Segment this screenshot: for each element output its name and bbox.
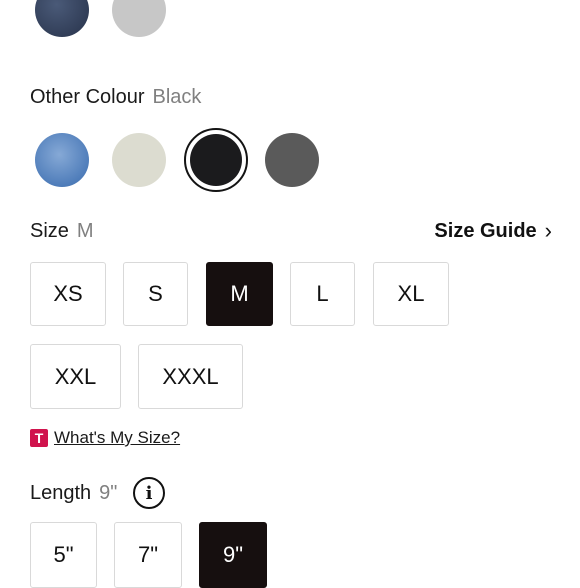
size-option-xxxl[interactable]: XXXL xyxy=(138,344,243,409)
size-option-label: XXXL xyxy=(162,363,219,389)
chevron-right-icon: › xyxy=(544,218,552,243)
info-glyph: i xyxy=(145,482,153,504)
size-option-label: XXL xyxy=(54,363,97,389)
length-option-9[interactable]: 9" xyxy=(199,522,267,588)
size-guide-link[interactable]: Size Guide › xyxy=(434,218,552,244)
length-option-5[interactable]: 5" xyxy=(30,522,97,588)
size-option-xl[interactable]: XL xyxy=(373,262,449,326)
size-option-label: XL xyxy=(397,281,425,306)
whats-my-size-label: What's My Size? xyxy=(54,428,181,447)
size-guide-label: Size Guide xyxy=(434,219,537,242)
size-option-label: XS xyxy=(53,281,83,306)
size-option-xs[interactable]: XS xyxy=(30,262,106,326)
size-selected-value: M xyxy=(76,220,94,242)
colour-swatch-charcoal[interactable] xyxy=(265,133,319,187)
colour-label: Other Colour xyxy=(30,86,145,108)
size-option-label: S xyxy=(148,281,163,306)
colour-swatch-black[interactable] xyxy=(190,134,242,186)
length-label: Length xyxy=(30,482,92,504)
length-option-label: 9" xyxy=(222,542,244,567)
colour-swatch-navy[interactable] xyxy=(35,0,89,37)
colour-label-row: Other Colour Black xyxy=(30,86,201,109)
size-label: Size xyxy=(30,220,69,242)
colour-selected-value: Black xyxy=(152,86,202,108)
size-label-row: Size M xyxy=(30,220,94,243)
length-option-label: 7" xyxy=(137,542,159,567)
info-icon[interactable]: i xyxy=(133,477,165,509)
size-option-xxl[interactable]: XXL xyxy=(30,344,121,409)
length-option-7[interactable]: 7" xyxy=(114,522,182,588)
brand-t-icon: T xyxy=(30,429,48,447)
size-option-label: L xyxy=(316,281,329,306)
size-option-s[interactable]: S xyxy=(123,262,188,326)
colour-swatch-light-sage[interactable] xyxy=(112,133,166,187)
length-label-row: Length 9" xyxy=(30,482,117,505)
length-selected-value: 9" xyxy=(99,482,118,504)
size-option-l[interactable]: L xyxy=(290,262,355,326)
colour-swatch-denim-blue[interactable] xyxy=(35,133,89,187)
size-option-label: M xyxy=(230,281,249,306)
whats-my-size-link[interactable]: T What's My Size? xyxy=(30,428,180,448)
length-option-label: 5" xyxy=(53,542,74,567)
colour-swatch-light-grey[interactable] xyxy=(112,0,166,37)
size-option-m[interactable]: M xyxy=(206,262,273,326)
